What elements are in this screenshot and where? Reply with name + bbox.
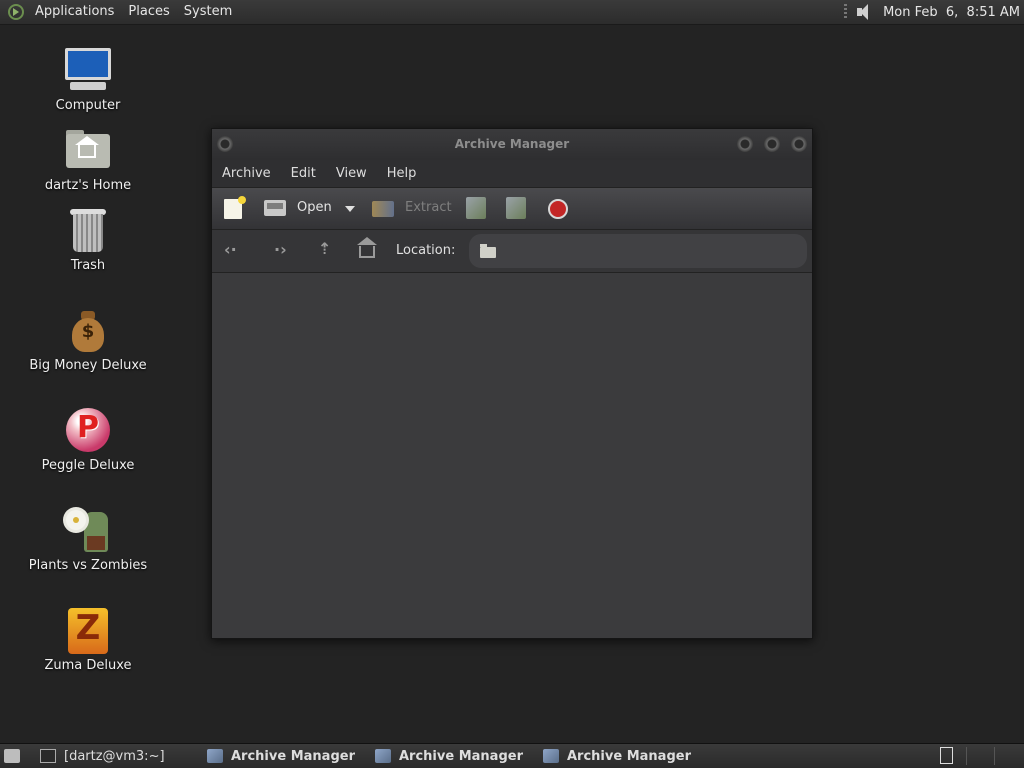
taskbar-item-terminal[interactable]: [dartz@vm3:~] [40, 744, 165, 768]
taskbar-item-label: Archive Manager [399, 748, 523, 764]
plants-zombies-icon [64, 506, 112, 554]
maximize-button[interactable] [764, 136, 780, 152]
menu-help[interactable]: Help [377, 166, 427, 181]
taskbar-item-label: Archive Manager [231, 748, 355, 764]
notification-area: Mon Feb 6, 8:51 AM [844, 0, 1020, 24]
desktop-icon-label: Trash [70, 258, 106, 273]
desktop-icon-computer[interactable]: Computer [18, 46, 158, 113]
extract-icon [372, 201, 394, 217]
taskbar-item-archive-manager[interactable]: Archive Manager [375, 744, 523, 768]
menu-bar: Archive Edit View Help [212, 160, 812, 187]
trash-icon [64, 206, 112, 254]
forward-button[interactable]: ·› [274, 240, 287, 259]
desktop-icon-big-money[interactable]: $ Big Money Deluxe [18, 306, 158, 373]
home-folder-icon [64, 126, 112, 174]
archive-icon [375, 749, 391, 763]
desktop-icon-label: Big Money Deluxe [29, 358, 147, 373]
terminal-icon [40, 749, 56, 763]
computer-icon [64, 46, 112, 94]
add-folder-button[interactable] [506, 197, 526, 219]
open-recent-dropdown[interactable] [345, 206, 355, 212]
bottom-panel: [dartz@vm3:~] Archive Manager Archive Ma… [0, 743, 1024, 768]
taskbar-item-archive-manager[interactable]: Archive Manager [207, 744, 355, 768]
menu-edit[interactable]: Edit [281, 166, 326, 181]
places-menu[interactable]: Places [121, 0, 176, 24]
open-folder-icon [264, 200, 286, 216]
new-archive-button[interactable] [224, 196, 246, 219]
show-desktop-icon [4, 749, 20, 763]
desktop-icon-label: Peggle Deluxe [41, 458, 135, 473]
desktop-icon-zuma[interactable]: Z Zuma Deluxe [18, 606, 158, 673]
stop-button[interactable] [548, 199, 568, 219]
workspace-divider [966, 747, 967, 765]
taskbar-item-label: Archive Manager [567, 748, 691, 764]
window-titlebar[interactable]: Archive Manager [212, 129, 812, 160]
desktop-icon-label: Zuma Deluxe [44, 658, 132, 673]
close-button[interactable] [791, 136, 807, 152]
extract-button[interactable] [372, 201, 394, 217]
toolbar: Open Extract [212, 187, 812, 230]
desktop-icon-plants-zombies[interactable]: Plants vs Zombies [18, 506, 158, 573]
workspace-switcher[interactable] [940, 747, 953, 764]
new-archive-icon [224, 196, 246, 219]
zuma-icon: Z [64, 606, 112, 654]
show-desktop-button[interactable] [4, 744, 20, 768]
panel-separator [844, 4, 848, 20]
chevron-down-icon [345, 206, 355, 212]
desktop-icon-label: Computer [55, 98, 121, 113]
location-label: Location: [396, 243, 456, 258]
up-button[interactable]: ⇡ [318, 239, 331, 258]
open-button-label[interactable]: Open [297, 200, 332, 215]
archive-content-area[interactable] [212, 273, 812, 638]
add-folder-icon [506, 197, 526, 219]
taskbar-item-archive-manager[interactable]: Archive Manager [543, 744, 691, 768]
window-title: Archive Manager [454, 137, 570, 151]
minimize-button[interactable] [737, 136, 753, 152]
folder-icon [480, 244, 496, 258]
desktop-icon-label: Plants vs Zombies [28, 558, 148, 573]
archive-icon [543, 749, 559, 763]
stop-icon [548, 199, 568, 219]
archive-icon [207, 749, 223, 763]
desktop-icon-label: dartz's Home [44, 178, 132, 193]
home-button[interactable] [357, 237, 377, 258]
desktop-icon-trash[interactable]: Trash [18, 206, 158, 273]
peggle-icon: P [64, 406, 112, 454]
volume-icon[interactable] [855, 3, 875, 21]
top-panel: Applications Places System Mon Feb 6, 8:… [0, 0, 1024, 25]
open-button[interactable] [264, 200, 286, 216]
home-icon [357, 237, 377, 258]
back-button[interactable]: ‹· [224, 240, 237, 259]
workspace-divider [994, 747, 995, 765]
menu-archive[interactable]: Archive [212, 166, 281, 181]
archive-manager-window: Archive Manager Archive Edit View Help O… [211, 128, 813, 639]
applications-menu[interactable]: Applications [28, 0, 121, 24]
distro-logo-icon[interactable] [8, 4, 24, 20]
desktop-icon-home[interactable]: dartz's Home [18, 126, 158, 193]
money-bag-icon: $ [64, 306, 112, 354]
clock[interactable]: Mon Feb 6, 8:51 AM [883, 5, 1020, 20]
extract-button-label[interactable]: Extract [405, 200, 452, 215]
menu-view[interactable]: View [326, 166, 377, 181]
add-files-button[interactable] [466, 197, 486, 219]
location-bar: ‹· ·› ⇡ Location: [212, 230, 812, 273]
location-field[interactable] [469, 234, 807, 268]
taskbar-item-label: [dartz@vm3:~] [64, 748, 165, 764]
desktop-icon-peggle[interactable]: P Peggle Deluxe [18, 406, 158, 473]
add-files-icon [466, 197, 486, 219]
system-menu[interactable]: System [177, 0, 239, 24]
